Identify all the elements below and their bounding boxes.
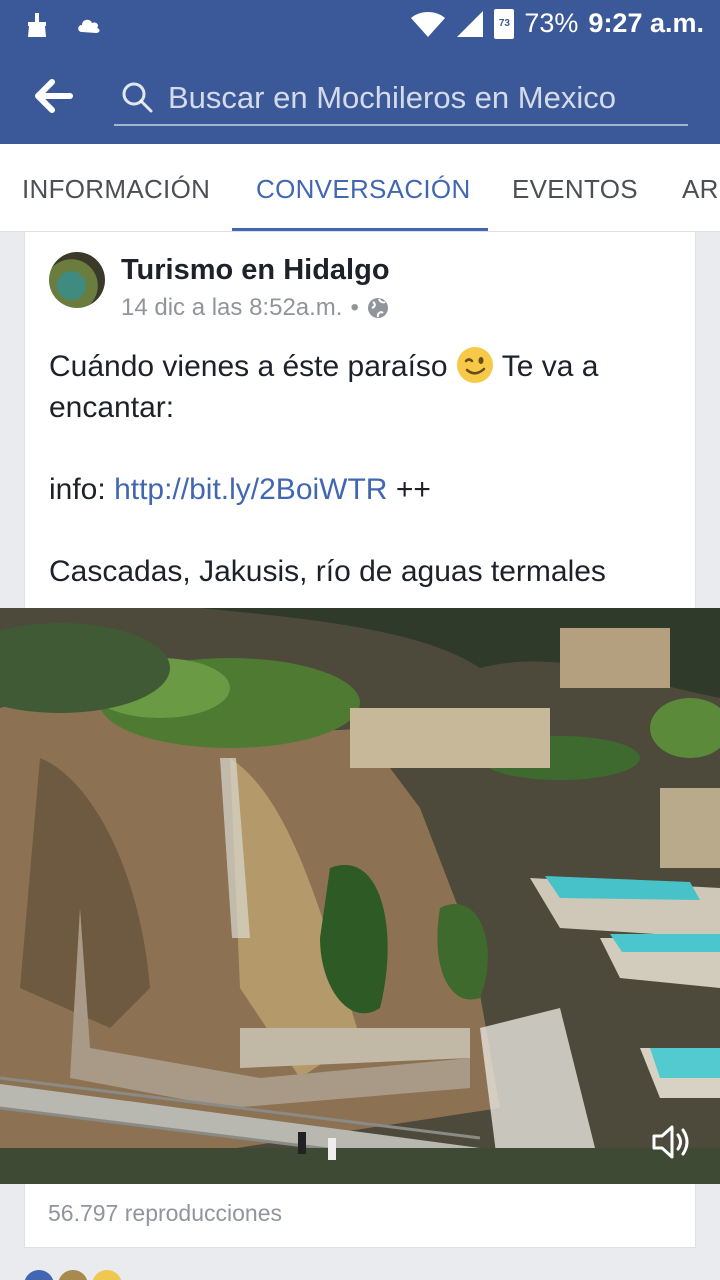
like-reaction-icon — [24, 1270, 54, 1280]
meta-separator: • — [350, 294, 359, 321]
video-frame — [0, 608, 720, 1184]
signal-icon — [457, 10, 484, 37]
wow-reaction-icon — [58, 1270, 88, 1280]
love-reaction-icon — [92, 1270, 122, 1280]
battery-icon: 73 — [494, 8, 515, 39]
post-body: Cuándo vienes a éste paraíso Te va a enc… — [49, 346, 679, 592]
post-video[interactable] — [0, 608, 720, 1184]
wifi-icon — [411, 11, 446, 37]
tab-informacion[interactable]: INFORMACIÓN — [22, 144, 210, 231]
view-count: 56.797 reproducciones — [48, 1200, 282, 1226]
search-icon — [122, 82, 153, 113]
post-text-line1: Cuándo vienes a éste paraíso — [49, 350, 448, 383]
cleaner-icon — [28, 13, 46, 37]
status-bar: 73 73% 9:27 a.m. — [0, 0, 720, 48]
info-label: info: — [49, 473, 106, 506]
wink-emoji-icon — [456, 347, 493, 383]
tab-bar: INFORMACIÓN CONVERSACIÓN EVENTOS ARCHIVO… — [0, 144, 720, 232]
search-input[interactable]: Buscar en Mochileros en Mexico — [114, 70, 688, 126]
info-link[interactable]: http://bit.ly/2BoiWTR — [114, 473, 387, 506]
app-bar: Buscar en Mochileros en Mexico — [0, 48, 720, 144]
avatar[interactable] — [49, 252, 105, 308]
cloud-icon — [78, 19, 100, 33]
globe-icon — [367, 298, 388, 318]
post-text-line3: Cascadas, Jakusis, río de aguas termales — [49, 555, 606, 588]
tab-conversacion[interactable]: CONVERSACIÓN — [256, 144, 471, 231]
post-timestamp[interactable]: 14 dic a las 8:52a.m. — [121, 294, 342, 322]
clock: 9:27 a.m. — [588, 8, 704, 38]
back-arrow-icon[interactable] — [32, 76, 76, 116]
post-author[interactable]: Turismo en Hidalgo — [121, 254, 390, 287]
tab-archivos[interactable]: ARCHIVOS — [682, 144, 720, 231]
reaction-icons[interactable] — [24, 1270, 122, 1280]
search-placeholder: Buscar en Mochileros en Mexico — [168, 80, 616, 115]
battery-badge: 73 — [498, 17, 510, 29]
post-meta: 14 dic a las 8:52a.m. • — [121, 294, 389, 322]
volume-icon[interactable] — [650, 1120, 694, 1164]
battery-percent: 73% — [524, 8, 579, 38]
info-suffix: ++ — [395, 473, 431, 506]
tab-eventos[interactable]: EVENTOS — [512, 144, 638, 231]
